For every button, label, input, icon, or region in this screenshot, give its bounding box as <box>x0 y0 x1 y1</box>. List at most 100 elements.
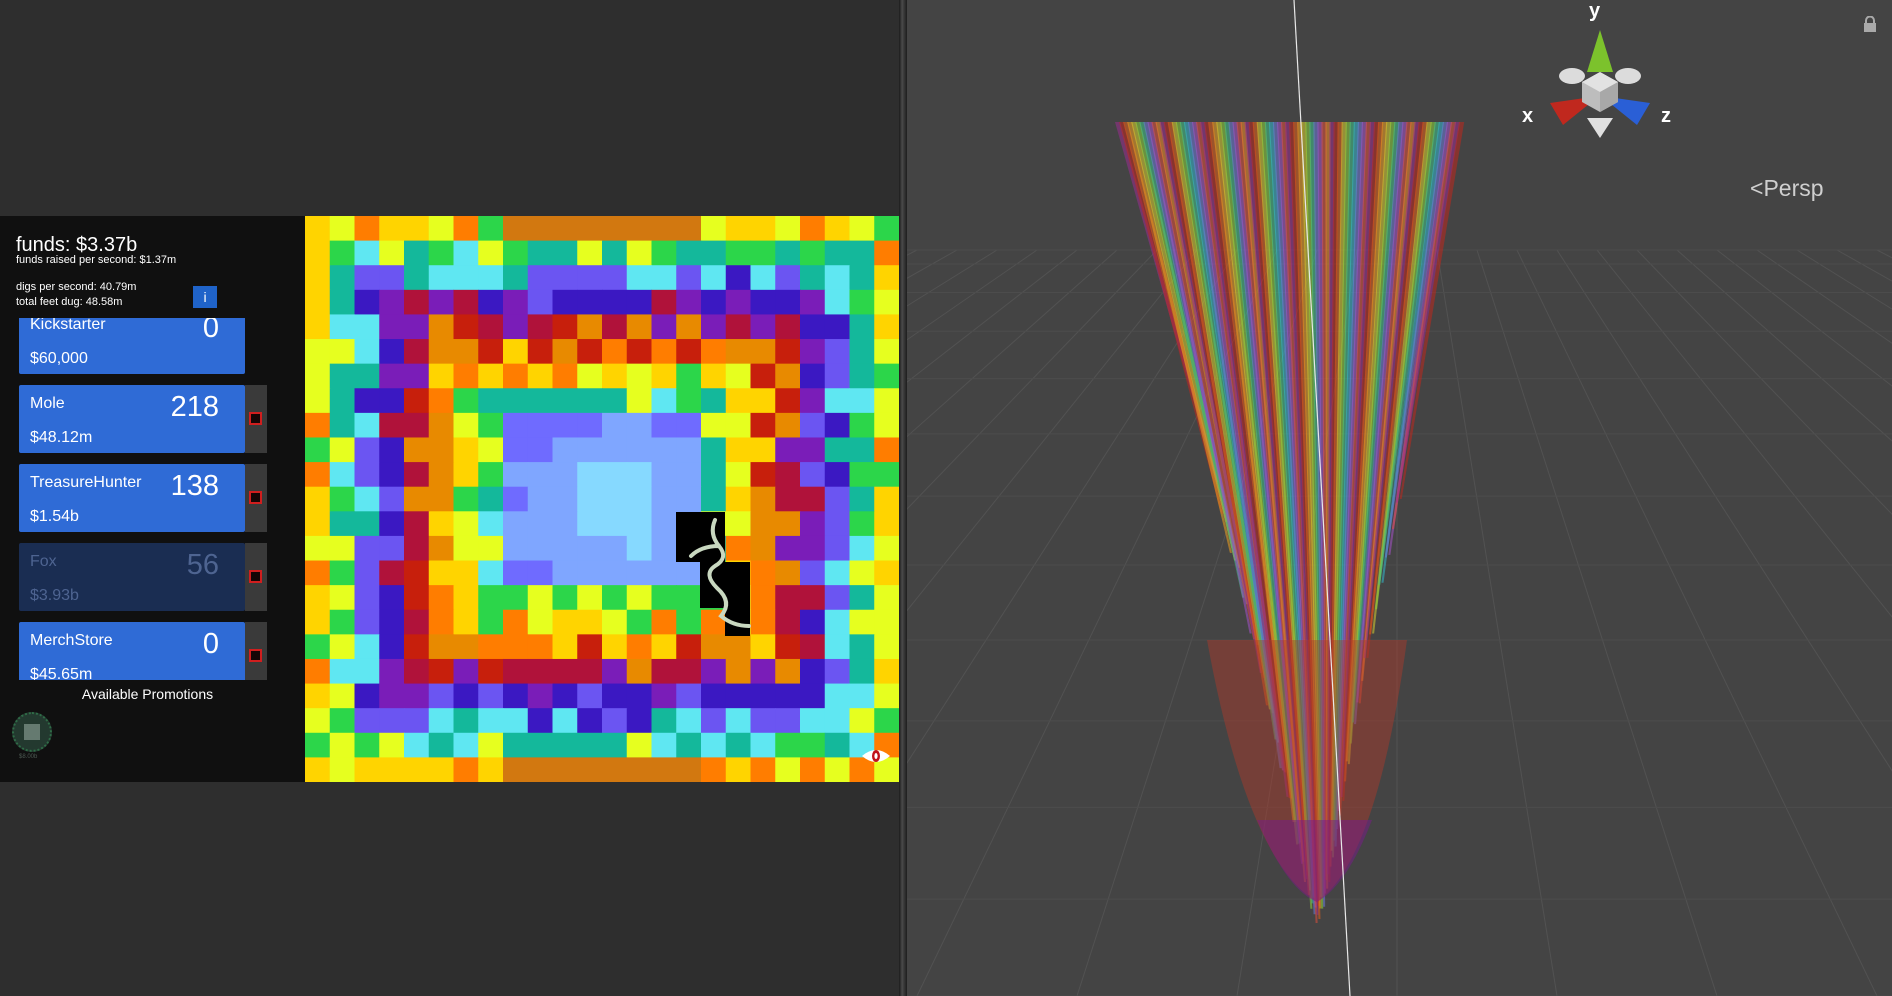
dig-tile <box>305 511 331 537</box>
dig-tile <box>651 658 677 685</box>
dig-tile <box>552 240 578 266</box>
grid-line <box>1716 249 1892 387</box>
dig-tile <box>404 437 430 463</box>
dig-tile <box>725 363 752 389</box>
lock-icon[interactable] <box>1863 16 1877 32</box>
scene-view[interactable]: y x z <Persp <box>907 0 1892 996</box>
dig-tile <box>626 634 653 660</box>
dig-tile <box>602 289 628 316</box>
upgrade-card-fox[interactable]: Fox 56 $3.93b <box>19 543 245 611</box>
dig-tile <box>552 511 578 537</box>
dig-tile <box>577 634 603 660</box>
dig-tile <box>602 363 628 389</box>
dig-tile <box>824 314 851 340</box>
dig-tile <box>527 683 554 709</box>
dig-tile <box>602 757 628 782</box>
dig-tile <box>775 535 801 562</box>
dig-tile <box>453 289 479 316</box>
dig-tile <box>503 240 529 266</box>
red-square-icon <box>249 412 262 425</box>
dig-tile <box>800 363 826 389</box>
grid-line <box>1636 249 1892 515</box>
dig-tile <box>651 560 677 586</box>
dig-tile <box>329 265 356 291</box>
dig-tile <box>305 708 331 734</box>
dig-tile <box>478 240 504 266</box>
info-button[interactable]: i <box>193 286 217 308</box>
upgrade-list[interactable]: Kickstarter 0 $60,000 Mole 218 $48.12m T… <box>0 318 305 680</box>
upgrade-card-kickstarter[interactable]: Kickstarter 0 $60,000 <box>19 318 245 374</box>
dig-tile <box>478 732 504 758</box>
dig-tile <box>874 609 899 635</box>
dig-tile <box>527 708 554 734</box>
dig-tile <box>701 486 727 512</box>
upgrade-card-merchstore[interactable]: MerchStore 0 $45.65m <box>19 622 245 680</box>
dig-tile <box>874 412 899 439</box>
dig-grid[interactable] <box>305 216 899 782</box>
projection-label: Persp <box>1763 175 1824 201</box>
eye-icon[interactable] <box>861 745 891 767</box>
treasurehunter-sell-button[interactable] <box>245 464 267 532</box>
dig-tile <box>453 634 479 660</box>
dig-tile <box>800 265 826 291</box>
dig-tile <box>404 216 430 242</box>
view-splitter[interactable] <box>899 0 907 996</box>
dig-tile <box>329 462 356 488</box>
dig-tile <box>602 462 628 488</box>
dig-tile <box>478 535 504 562</box>
dig-tile <box>725 634 752 660</box>
y-axis-label: y <box>1589 0 1601 22</box>
dig-tile <box>676 412 702 439</box>
promotions-title: Available Promotions <box>81 686 214 702</box>
dig-tile <box>354 265 380 291</box>
upgrade-card-treasurehunter[interactable]: TreasureHunter 138 $1.54b <box>19 464 245 532</box>
dig-tile <box>329 708 356 734</box>
dig-tile <box>602 658 628 685</box>
dig-tile <box>874 708 899 734</box>
orientation-gizmo[interactable] <box>907 0 1892 160</box>
dig-tile <box>775 363 801 389</box>
dig-tile <box>800 585 826 611</box>
dig-tile <box>379 757 405 782</box>
dig-tile <box>651 412 677 439</box>
dig-tile <box>750 314 776 340</box>
cone-tip <box>1257 820 1372 902</box>
dig-tile <box>329 757 356 782</box>
upgrade-name: TreasureHunter <box>30 474 142 491</box>
dig-tile <box>453 708 479 734</box>
dig-tile <box>725 289 752 316</box>
dig-tile <box>428 240 455 266</box>
dig-tile <box>503 339 529 365</box>
grid-line <box>1876 249 1892 259</box>
dig-tile <box>577 683 603 709</box>
dig-tile <box>725 511 752 537</box>
dig-tile <box>379 634 405 660</box>
mole-sell-button[interactable] <box>245 385 267 453</box>
dig-tile <box>626 265 653 291</box>
dig-tile <box>404 339 430 365</box>
dig-tile <box>651 609 677 635</box>
dig-tile <box>428 757 455 782</box>
dig-tile <box>800 289 826 316</box>
dig-tile <box>404 757 430 782</box>
promotion-chip-icon[interactable] <box>12 712 52 752</box>
dig-tile <box>626 216 653 242</box>
dig-tile <box>626 683 653 709</box>
dig-tile <box>527 757 554 782</box>
dig-tile <box>676 388 702 414</box>
dig-tile <box>404 585 430 611</box>
dig-tile <box>676 314 702 340</box>
dig-tile <box>503 486 529 512</box>
projection-toggle[interactable]: <Persp <box>1750 175 1824 202</box>
upgrade-card-mole[interactable]: Mole 218 $48.12m <box>19 385 245 453</box>
dig-tile <box>552 708 578 734</box>
fox-sell-button[interactable] <box>245 543 267 611</box>
dig-tile <box>626 462 653 488</box>
merchstore-sell-button[interactable] <box>245 622 267 680</box>
dig-tile <box>651 314 677 340</box>
dig-board[interactable] <box>305 216 899 782</box>
dig-tile <box>354 732 380 758</box>
grid-line <box>1676 249 1892 442</box>
dig-tile <box>824 339 851 365</box>
dig-tile <box>775 289 801 316</box>
